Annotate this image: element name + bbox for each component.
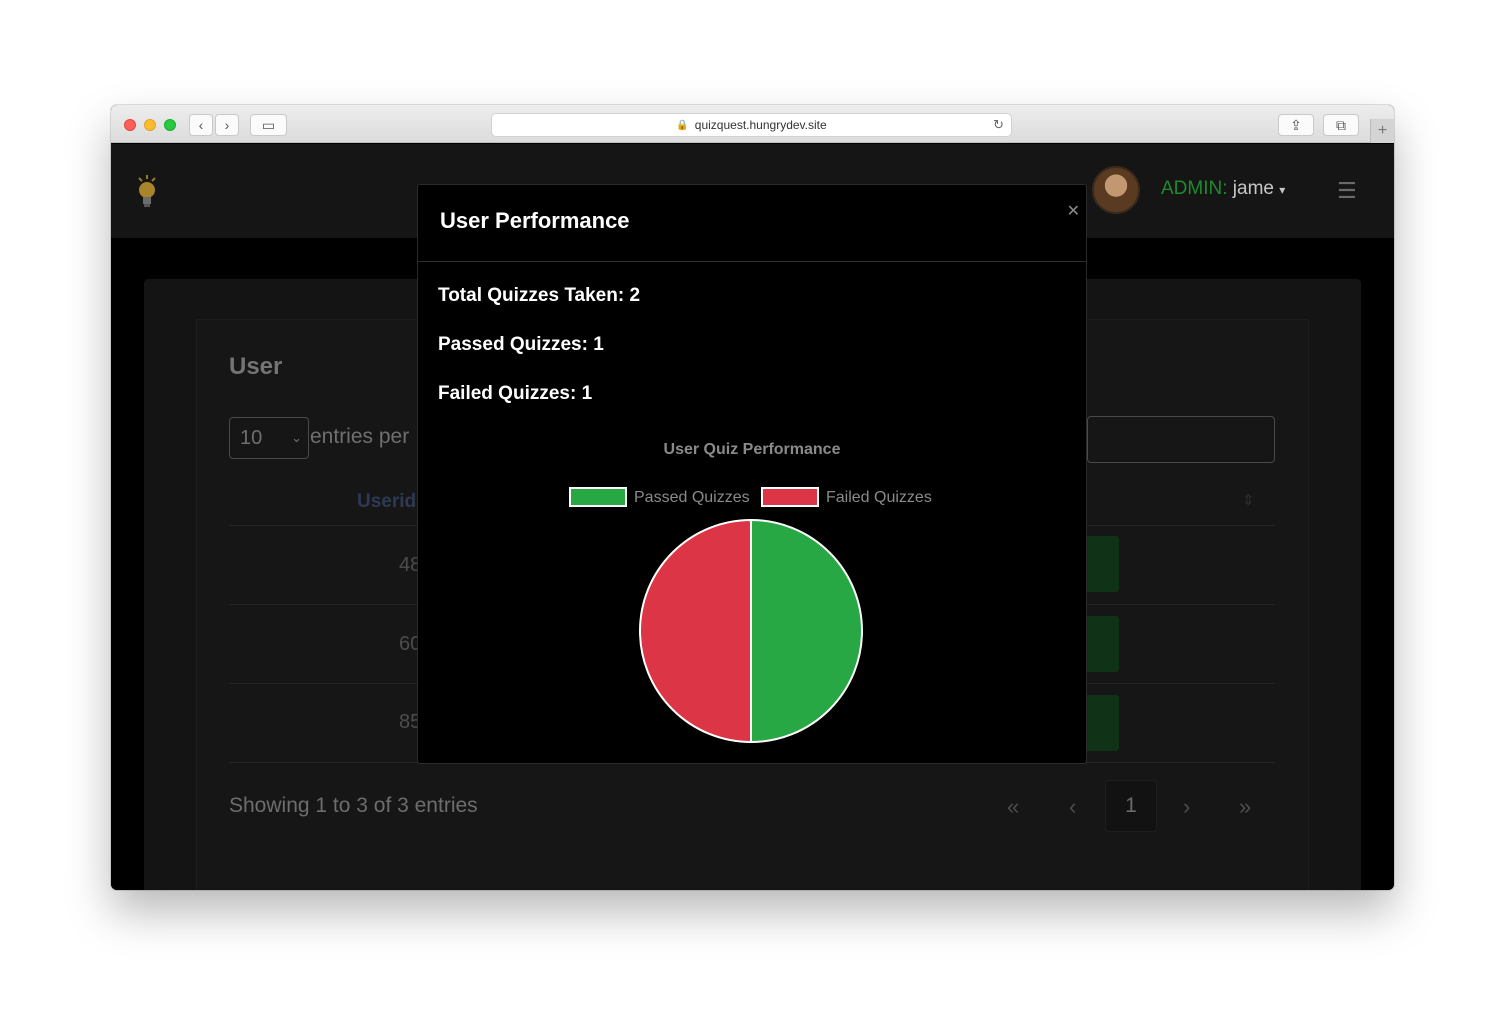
legend-swatch-failed[interactable] — [761, 487, 819, 507]
forward-icon[interactable]: › — [215, 114, 239, 136]
new-tab-icon[interactable]: + — [1370, 119, 1394, 143]
chevron-down-icon: ⌄ — [291, 430, 302, 445]
sidebar-toggle-icon[interactable]: ▭ — [250, 114, 287, 136]
minimize-window-button[interactable] — [144, 119, 156, 131]
first-page-button[interactable]: « — [1007, 794, 1019, 820]
user-menu-dropdown[interactable]: ADMIN: jame ▾ — [1161, 178, 1285, 200]
modal-header: User Performance ✕ — [418, 185, 1086, 262]
last-page-button[interactable]: » — [1239, 794, 1251, 820]
failed-quizzes-text: Failed Quizzes: 1 — [438, 383, 593, 404]
share-icon[interactable]: ⇪ — [1278, 114, 1314, 136]
legend-label-passed[interactable]: Passed Quizzes — [634, 489, 750, 506]
reload-icon[interactable]: ↻ — [993, 117, 1004, 133]
browser-titlebar: ‹ › ▭ 🔒 quizquest.hungrydev.site ↻ ⇪ ⧉ + — [111, 105, 1394, 143]
showing-entries-text: Showing 1 to 3 of 3 entries — [229, 794, 478, 817]
entries-value: 10 — [240, 426, 263, 449]
pie-slice-passed[interactable] — [750, 518, 863, 744]
tabs-overview-icon[interactable]: ⧉ — [1323, 114, 1359, 136]
address-bar[interactable]: 🔒 quizquest.hungrydev.site ↻ — [491, 113, 1012, 137]
legend-label-failed[interactable]: Failed Quizzes — [826, 489, 932, 506]
legend-swatch-passed[interactable] — [569, 487, 627, 507]
next-page-button[interactable]: › — [1183, 794, 1190, 820]
column-header-userid[interactable]: Userid — [357, 491, 416, 513]
page-title: User — [229, 353, 283, 380]
url-text: quizquest.hungrydev.site — [694, 118, 827, 132]
chart-legend: Passed Quizzes Failed Quizzes — [569, 487, 932, 507]
close-icon[interactable]: ✕ — [1067, 201, 1080, 221]
entries-per-page-select[interactable]: 10 ⌄ — [229, 417, 309, 459]
caret-down-icon: ▾ — [1279, 183, 1286, 197]
lock-icon: 🔒 — [676, 119, 689, 131]
pie-slice-failed[interactable] — [639, 518, 752, 744]
chart-title: User Quiz Performance — [664, 441, 841, 458]
username-label: jame — [1232, 178, 1274, 199]
entries-label: entries per — [310, 425, 410, 448]
quiz-performance-chart: User Quiz Performance Passed Quizzes Fail… — [569, 441, 932, 744]
menu-toggle-icon[interactable]: ☰ — [1337, 178, 1357, 204]
pie-slices — [639, 518, 863, 744]
maximize-window-button[interactable] — [164, 119, 176, 131]
user-avatar[interactable] — [1092, 166, 1140, 214]
modal-title: User Performance — [440, 208, 630, 233]
total-quizzes-text: Total Quizzes Taken: 2 — [438, 285, 641, 306]
prev-page-button[interactable]: ‹ — [1069, 794, 1076, 820]
user-performance-modal: User Performance ✕ Total Quizzes Taken: … — [417, 184, 1087, 764]
current-page-button[interactable]: 1 — [1105, 780, 1157, 832]
page-content: ADMIN: jame ▾ ☰ User 10 ⌄ entries per Us… — [111, 144, 1394, 890]
lightbulb-logo-icon[interactable] — [135, 174, 159, 210]
passed-quizzes-text: Passed Quizzes: 1 — [438, 334, 604, 355]
search-input[interactable] — [1087, 416, 1275, 463]
close-window-button[interactable] — [124, 119, 136, 131]
browser-window: ‹ › ▭ 🔒 quizquest.hungrydev.site ↻ ⇪ ⧉ +… — [111, 105, 1394, 890]
role-label: ADMIN: — [1161, 178, 1228, 199]
sort-icon[interactable]: ⇕ — [1242, 491, 1255, 509]
back-icon[interactable]: ‹ — [189, 114, 213, 136]
